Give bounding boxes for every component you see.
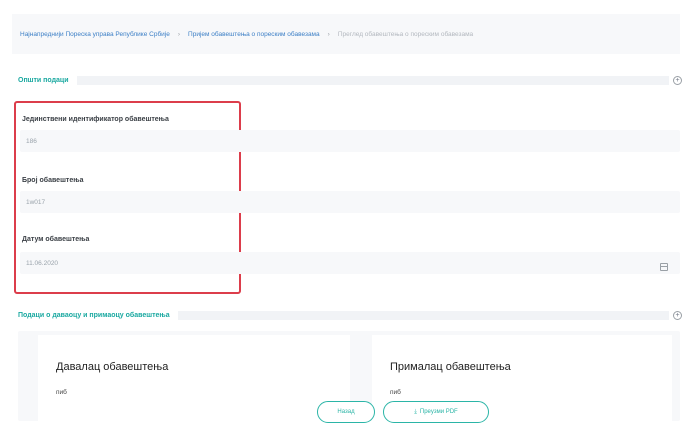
breadcrumb-separator: › [327,30,330,38]
calendar-icon[interactable] [660,263,668,271]
download-icon: ⤓ [414,408,417,415]
breadcrumb-separator: › [177,30,181,38]
date-field[interactable]: 11.06.2020 [20,252,680,274]
receiver-title: Прималац обавештења [390,361,511,373]
section-divider [177,310,669,320]
id-field[interactable]: 186 [20,130,680,152]
breadcrumb-item-current: Преглед обавештења о пореским обавезама [337,30,474,38]
download-pdf-button[interactable]: ⤓ Преузми PDF [383,401,489,423]
sender-title: Давалац обавештења [56,361,169,373]
plus-circle-icon[interactable]: + [673,75,682,85]
section-header-basic-data[interactable]: Општи подаци + [12,73,682,87]
section-title: Општи подаци [18,76,69,84]
section-title: Подаци о даваоцу и примаоцу обавештења [18,311,170,319]
breadcrumb-item-list[interactable]: Пријем обавештења о пореским обавезама [188,31,320,38]
id-label: Јединствени идентификатор обавештења [22,116,169,123]
back-button-label: Назад [337,409,355,415]
section-header-parties[interactable]: Подаци о даваоцу и примаоцу обавештења + [12,308,682,322]
sender-subtitle: пиб [56,389,67,396]
date-label: Датум обавештења [22,236,90,243]
receiver-subtitle: пиб [390,389,401,396]
section-divider [76,75,669,85]
back-button[interactable]: Назад [317,401,375,423]
sender-card: Давалац обавештења пиб [38,335,350,421]
number-label: Број обавештења [22,177,84,184]
plus-circle-icon[interactable]: + [673,310,682,320]
breadcrumb-item-home[interactable]: Најнапреднији Пореска управа Републике С… [20,31,170,38]
download-pdf-label: Преузми PDF [419,409,458,415]
number-field[interactable]: 1w017 [20,191,680,213]
breadcrumb: Најнапреднији Пореска управа Републике С… [12,14,680,54]
